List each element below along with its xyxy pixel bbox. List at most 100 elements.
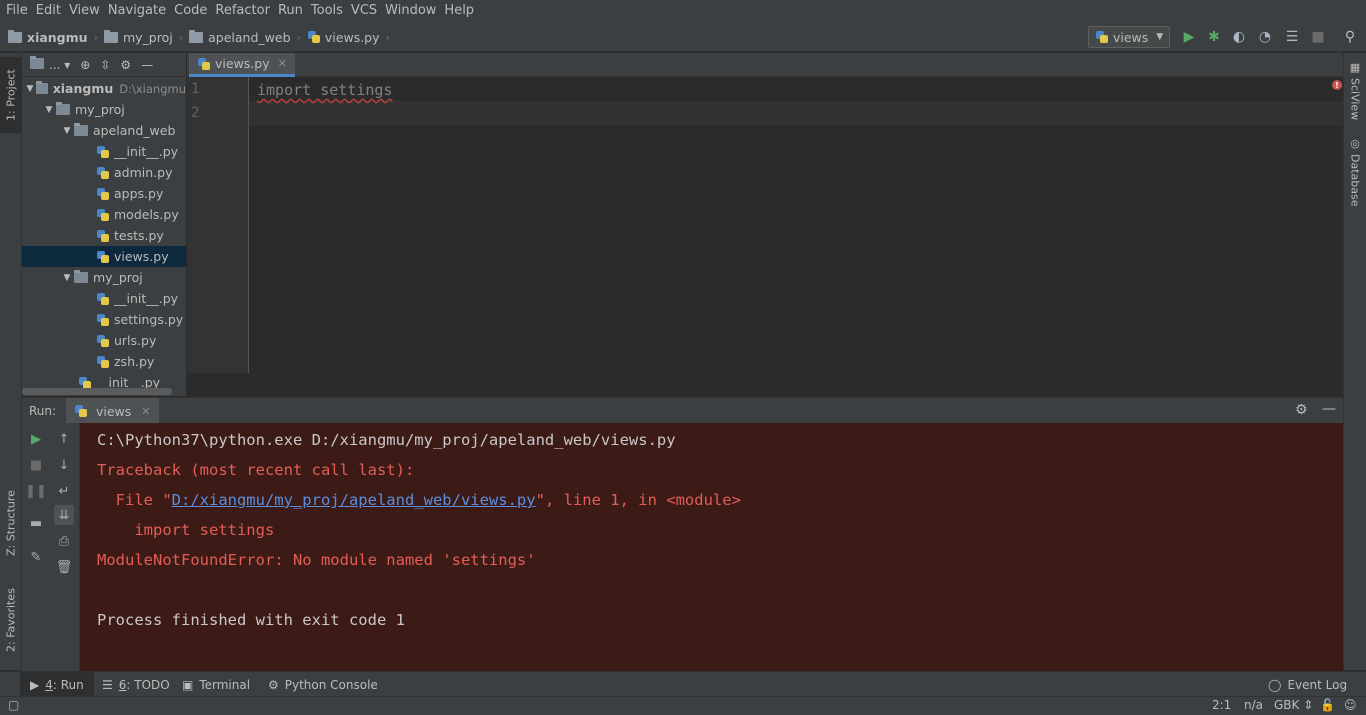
console-error: ModuleNotFoundError: No module named 'se… [97, 551, 536, 569]
chevron-down-icon: ▼ [63, 272, 71, 283]
tab-terminal[interactable]: ▣ Terminal [172, 672, 260, 697]
event-log-button[interactable]: ◯ Event Log [1258, 672, 1357, 697]
event-log-icon: ◯ [1268, 677, 1282, 692]
menu-window[interactable]: Window [381, 0, 440, 22]
scroll-to-end-icon[interactable]: ⇊ [54, 505, 74, 525]
menu-tools[interactable]: Tools [307, 0, 347, 22]
tab-database[interactable]: ◎ Database [1344, 137, 1366, 217]
error-indicator-icon[interactable]: ! [1332, 80, 1342, 90]
breadcrumb: xiangmu › my_proj › apeland_web › views.… [8, 22, 396, 52]
inspector-icon[interactable]: ☺ [1344, 698, 1357, 712]
tree-item-label: settings.py [114, 312, 184, 327]
tree-folder-apeland-web[interactable]: ▼ apeland_web [22, 120, 186, 141]
editor-tab-views-py[interactable]: views.py ✕ [189, 53, 295, 77]
chevron-down-icon: ▼ [1156, 32, 1164, 42]
menu-edit[interactable]: Edit [32, 0, 65, 22]
console-code-line: import settings [97, 521, 275, 539]
tab-todo-label: 6: TODO [119, 678, 170, 692]
menu-vcs[interactable]: VCS [347, 0, 381, 22]
menu-run[interactable]: Run [274, 0, 307, 22]
minimize-icon[interactable]: — [141, 58, 153, 72]
up-arrow-icon[interactable]: ↑ [54, 429, 74, 449]
close-icon[interactable]: ✕ [278, 57, 287, 70]
tree-file-selected[interactable]: views.py [22, 246, 186, 267]
lock-icon[interactable]: 🔓 [1320, 698, 1335, 712]
tree-file[interactable]: admin.py [22, 162, 186, 183]
tree-folder-my-proj[interactable]: ▼ my_proj [22, 99, 186, 120]
profile-icon[interactable]: ◔ [1256, 28, 1274, 46]
close-icon[interactable]: ✕ [141, 405, 150, 418]
folder-icon [35, 81, 48, 94]
tab-python-console[interactable]: ⚙ Python Console [258, 672, 388, 697]
minimize-icon[interactable]: — [1322, 401, 1336, 417]
breadcrumb-views-py[interactable]: views.py [325, 30, 380, 45]
run-console-output[interactable]: C:\Python37\python.exe D:/xiangmu/my_pro… [80, 423, 1343, 671]
locate-icon[interactable]: ⊕ [80, 58, 90, 72]
tree-root[interactable]: ▼ xiangmu D:\xiangmu [22, 78, 186, 99]
tab-project[interactable]: 1: Project [0, 57, 22, 133]
rerun-icon[interactable]: ▶ [26, 429, 46, 449]
folder-icon [103, 29, 118, 43]
tab-database-label: Database [1348, 154, 1362, 207]
tab-project-label: 1: Project [4, 69, 18, 121]
python-file-icon [307, 30, 321, 44]
tree-file[interactable]: tests.py [22, 225, 186, 246]
tree-file[interactable]: models.py [22, 204, 186, 225]
tab-favorites[interactable]: 2: Favorites [0, 578, 22, 663]
horizontal-scrollbar[interactable] [22, 388, 172, 395]
tool-windows-icon[interactable]: ▢ [8, 698, 19, 712]
search-icon[interactable]: ⚲ [1341, 28, 1359, 46]
menu-file[interactable]: File [2, 0, 32, 22]
menu-refactor[interactable]: Refactor [211, 0, 274, 22]
debug-icon[interactable]: ✱ [1205, 28, 1223, 46]
menu-code[interactable]: Code [170, 0, 211, 22]
breadcrumb-xiangmu[interactable]: xiangmu [27, 30, 88, 45]
tab-run[interactable]: ▶ 4: Run [20, 672, 94, 697]
tool-window-bar: ▶ 4: Run ☰ 6: TODO ▣ Terminal ⚙ Python C… [0, 671, 1366, 697]
layout-icon[interactable]: ▬ [26, 513, 46, 533]
menu-navigate[interactable]: Navigate [104, 0, 170, 22]
tree-file[interactable]: __init__.py [22, 141, 186, 162]
folder-icon [56, 102, 70, 115]
menu-view[interactable]: View [65, 0, 104, 22]
down-arrow-icon[interactable]: ↓ [54, 455, 74, 475]
tree-file[interactable]: apps.py [22, 183, 186, 204]
run-tab-views[interactable]: views ✕ [66, 398, 159, 424]
stop-icon[interactable]: ■ [26, 455, 46, 475]
concurrency-icon[interactable]: ☰ [1283, 28, 1301, 46]
tree-folder-my-proj-inner[interactable]: ▼ my_proj [22, 267, 186, 288]
tab-sciview[interactable]: ▦ SciView [1344, 61, 1366, 131]
tree-file[interactable]: settings.py [22, 309, 186, 330]
print-icon[interactable]: ⎙ [54, 531, 74, 551]
collapse-all-icon[interactable]: ⇳ [100, 58, 110, 72]
tab-run-text: : Run [52, 677, 84, 692]
stop-icon[interactable]: ■ [1309, 28, 1327, 46]
trash-icon[interactable]: 🗑 [54, 557, 74, 577]
tree-file[interactable]: __init__.py [22, 288, 186, 309]
line-separator-status[interactable]: n/a [1244, 698, 1263, 712]
menu-help[interactable]: Help [440, 0, 478, 22]
python-file-icon [96, 229, 110, 243]
list-icon: ☰ [102, 677, 113, 692]
coverage-icon[interactable]: ◐ [1230, 28, 1248, 46]
encoding-status[interactable]: GBK ⇕ [1274, 698, 1313, 712]
caret-position[interactable]: 2:1 [1212, 698, 1231, 712]
run-configuration-select[interactable]: views ▼ [1088, 26, 1170, 48]
tab-structure[interactable]: Z: Structure [0, 478, 22, 568]
tab-todo[interactable]: ☰ 6: TODO [92, 672, 180, 697]
gear-icon[interactable]: ⚙ [120, 58, 131, 72]
tree-item-label: __init__.py [114, 144, 179, 159]
tree-file[interactable]: zsh.py [22, 351, 186, 372]
pause-icon[interactable]: ❚❚ [25, 481, 47, 501]
python-file-icon [1095, 30, 1109, 44]
code-area[interactable]: import settings [249, 77, 1329, 373]
console-file-link[interactable]: D:/xiangmu/my_proj/apeland_web/views.py [172, 491, 536, 509]
breadcrumb-my-proj[interactable]: my_proj [123, 30, 173, 45]
tree-file[interactable]: urls.py [22, 330, 186, 351]
pin-icon[interactable]: ✎ [26, 547, 46, 567]
run-icon[interactable]: ▶ [1180, 28, 1198, 46]
gear-icon[interactable]: ⚙ [1295, 402, 1308, 418]
project-view-select[interactable]: ... ▾ [30, 55, 70, 72]
breadcrumb-apeland-web[interactable]: apeland_web [208, 30, 290, 45]
soft-wrap-icon[interactable]: ↵ [54, 481, 74, 501]
